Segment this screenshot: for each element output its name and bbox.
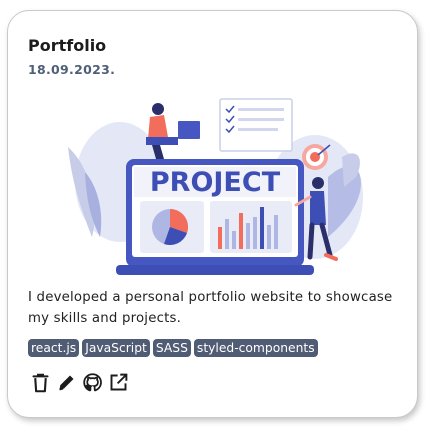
card-description: I developed a personal portfolio website… — [28, 290, 393, 326]
pencil-icon — [59, 375, 74, 391]
card-actions — [30, 372, 129, 393]
github-icon — [83, 373, 102, 392]
tag-list: react.js JavaScript SASS styled-componen… — [28, 339, 318, 357]
trash-icon — [32, 373, 49, 393]
card-date: 18.09.2023. — [28, 62, 116, 77]
tag-reactjs: react.js — [28, 339, 80, 357]
illustration-label: PROJECT — [150, 167, 281, 198]
project-illustration: PROJECT — [68, 98, 363, 275]
tag-styled-components: styled-components — [193, 339, 318, 357]
tag-javascript: JavaScript — [82, 339, 150, 357]
project-card: Portfolio 18.09.2023. PROJECT I develope… — [7, 10, 418, 418]
github-button[interactable] — [82, 372, 103, 393]
open-link-button[interactable] — [108, 372, 129, 393]
delete-button[interactable] — [30, 372, 51, 393]
tag-sass: SASS — [152, 339, 191, 357]
external-link-icon — [110, 373, 128, 391]
card-title: Portfolio — [28, 36, 107, 55]
edit-button[interactable] — [56, 372, 77, 393]
